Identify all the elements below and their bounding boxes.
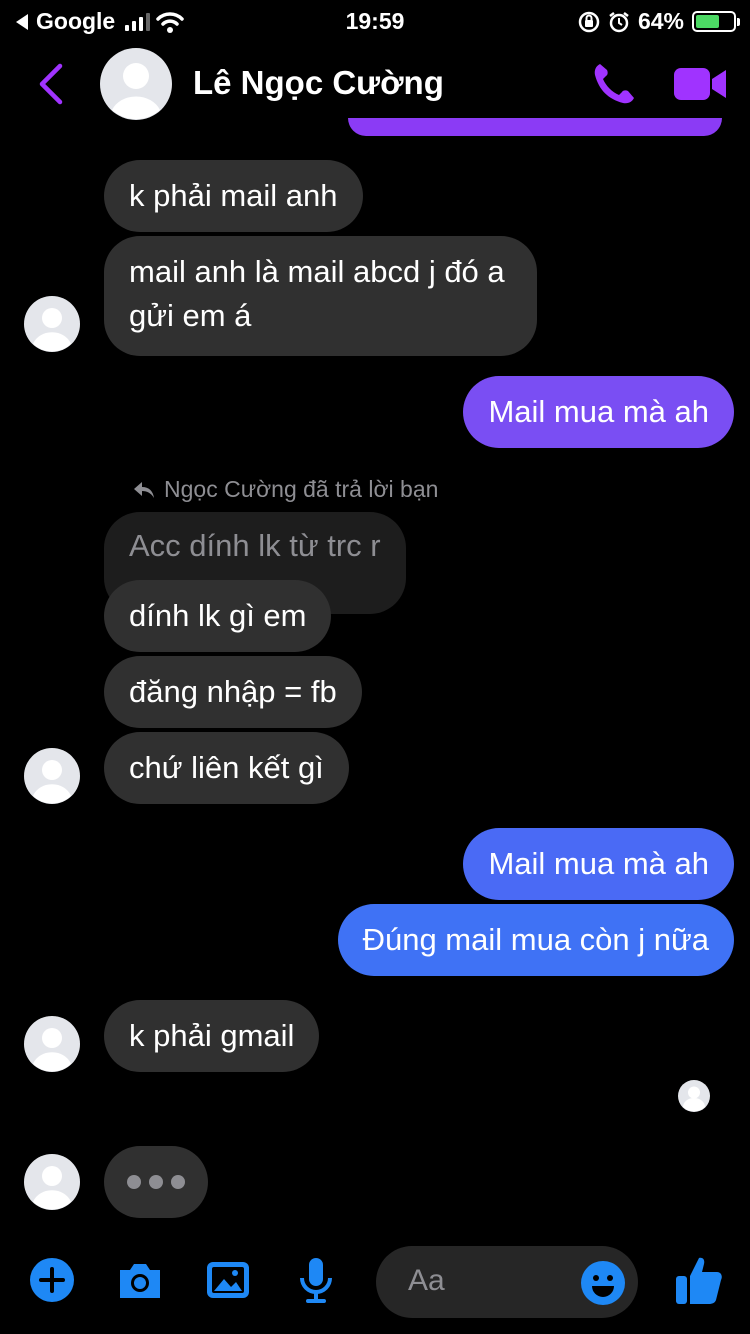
incoming-message[interactable]: đăng nhập = fb: [104, 656, 362, 728]
back-icon[interactable]: [34, 62, 68, 106]
previous-outgoing-bubble: [348, 118, 722, 136]
incoming-message[interactable]: k phải gmail: [104, 1000, 320, 1072]
message-text: Đúng mail mua còn j nữa: [362, 922, 709, 957]
incoming-message[interactable]: mail anh là mail abcd j đó a gửi em á: [104, 236, 537, 356]
status-right: 64%: [578, 8, 740, 35]
quoted-text: Acc dính lk từ trc r: [129, 528, 381, 563]
message-text: Mail mua mà ah: [488, 846, 709, 881]
reply-note: Ngọc Cường đã trả lời bạn: [132, 476, 438, 503]
image-icon[interactable]: [204, 1256, 252, 1304]
outgoing-message[interactable]: Mail mua mà ah: [463, 828, 734, 900]
sender-avatar[interactable]: [24, 748, 80, 804]
battery-icon: [692, 11, 740, 32]
thumbs-up-icon[interactable]: [674, 1254, 724, 1306]
alarm-icon: [609, 11, 629, 32]
message-text: k phải mail anh: [129, 178, 338, 213]
sender-avatar[interactable]: [24, 1016, 80, 1072]
message-input-placeholder: Aa: [408, 1264, 445, 1297]
orientation-lock-icon: [578, 11, 600, 32]
sender-avatar[interactable]: [24, 1154, 80, 1210]
video-icon[interactable]: [672, 64, 728, 104]
incoming-message[interactable]: k phải mail anh: [104, 160, 363, 232]
typing-indicator: [104, 1146, 208, 1218]
battery-percent: 64%: [637, 8, 684, 34]
emoji-icon[interactable]: [580, 1260, 626, 1306]
plus-icon[interactable]: [28, 1256, 76, 1304]
message-text-line: gửi em á: [129, 298, 252, 333]
message-text: Mail mua mà ah: [488, 394, 709, 429]
message-input[interactable]: Aa: [376, 1246, 638, 1318]
message-text-line: mail anh là mail abcd j đó a: [129, 254, 505, 289]
status-bar: Google 19:59 64%: [0, 0, 750, 42]
camera-icon[interactable]: [116, 1256, 164, 1304]
contact-name[interactable]: Lê Ngọc Cường: [193, 64, 444, 102]
reply-note-text: Ngọc Cường đã trả lời bạn: [164, 476, 439, 502]
incoming-message[interactable]: chứ liên kết gì: [104, 732, 349, 804]
message-text: chứ liên kết gì: [129, 750, 324, 785]
outgoing-message[interactable]: Đúng mail mua còn j nữa: [337, 904, 734, 976]
incoming-message[interactable]: dính lk gì em: [104, 580, 332, 652]
reply-icon: [134, 481, 154, 498]
phone-icon[interactable]: [590, 60, 638, 108]
microphone-icon[interactable]: [292, 1256, 340, 1304]
message-text: dính lk gì em: [129, 598, 307, 633]
message-text: đăng nhập = fb: [129, 674, 337, 709]
outgoing-message[interactable]: Mail mua mà ah: [463, 376, 734, 448]
message-text: k phải gmail: [129, 1018, 295, 1053]
read-receipt-avatar: [678, 1080, 710, 1112]
sender-avatar[interactable]: [24, 296, 80, 352]
chat-header: Lê Ngọc Cường: [0, 42, 750, 128]
contact-avatar[interactable]: [100, 48, 172, 120]
